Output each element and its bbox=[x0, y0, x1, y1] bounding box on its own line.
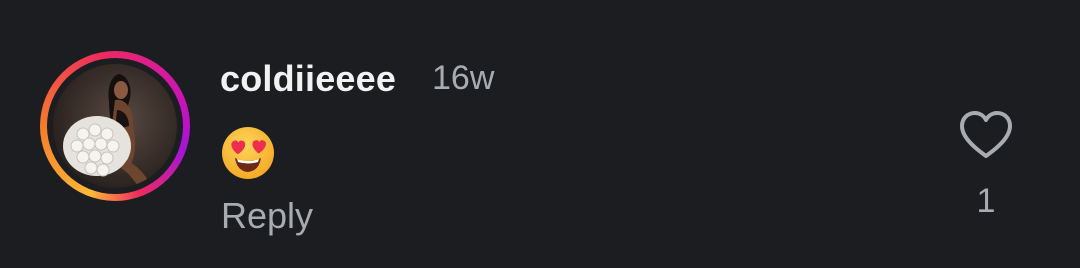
avatar-image bbox=[53, 64, 177, 188]
like-count: 1 bbox=[976, 182, 996, 220]
comment-row: coldiieeee 16w Reply 1 bbox=[0, 0, 1080, 268]
heart-eyes-emoji-icon bbox=[221, 126, 275, 180]
heart-outline-icon[interactable] bbox=[958, 110, 1014, 160]
comment-username[interactable]: coldiieeee bbox=[220, 58, 396, 100]
avatar[interactable] bbox=[53, 64, 177, 188]
comment-timestamp: 16w bbox=[432, 59, 495, 97]
avatar-story-ring[interactable] bbox=[40, 51, 190, 201]
reply-button[interactable]: Reply bbox=[221, 195, 313, 237]
